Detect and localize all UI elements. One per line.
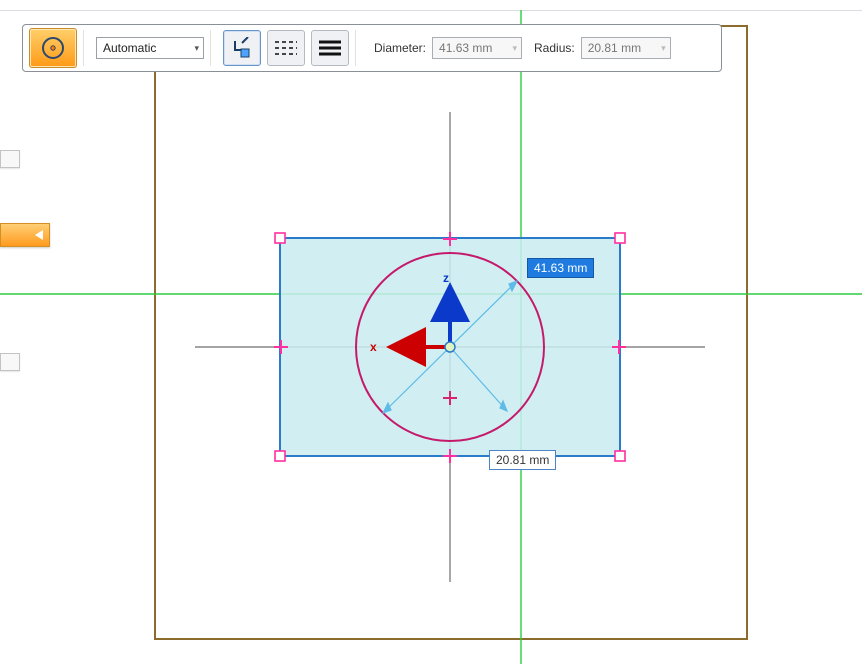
mode-dropdown[interactable]: Automatic ▾	[96, 37, 204, 59]
circle-tool-button[interactable]	[29, 28, 77, 68]
radius-label: Radius:	[534, 41, 575, 55]
radius-input[interactable]: 20.81 mm ▾	[581, 37, 671, 59]
snap-icon	[231, 37, 253, 59]
solid-lines-icon	[318, 39, 342, 57]
diameter-input[interactable]: 41.63 mm ▾	[432, 37, 522, 59]
z-axis-label: z	[443, 271, 449, 285]
diameter-label: Diameter:	[374, 41, 426, 55]
line-style-solid-button[interactable]	[311, 30, 349, 66]
drawing-canvas[interactable]: x z 41.63 mm 20.81 mm	[0, 0, 862, 664]
diameter-dimension-value: 41.63 mm	[534, 261, 587, 275]
x-axis-label: x	[370, 340, 377, 354]
radius-dimension-value: 20.81 mm	[496, 453, 549, 467]
radius-dimension-box[interactable]: 20.81 mm	[489, 450, 556, 470]
diameter-dimension-box[interactable]: 41.63 mm	[527, 258, 594, 278]
dashed-lines-icon	[274, 39, 298, 57]
origin-marker	[445, 342, 455, 352]
snap-toggle-button[interactable]	[223, 30, 261, 66]
mode-dropdown-label: Automatic	[103, 41, 156, 55]
diameter-value: 41.63 mm	[439, 41, 492, 55]
radius-value: 20.81 mm	[588, 41, 641, 55]
chevron-down-icon: ▾	[194, 43, 199, 54]
toolbar: Automatic ▾ Diameter: 41.	[22, 24, 722, 72]
chevron-down-icon: ▾	[512, 43, 517, 54]
line-style-dashed-button[interactable]	[267, 30, 305, 66]
chevron-down-icon: ▾	[661, 43, 666, 54]
circle-icon	[39, 34, 67, 62]
